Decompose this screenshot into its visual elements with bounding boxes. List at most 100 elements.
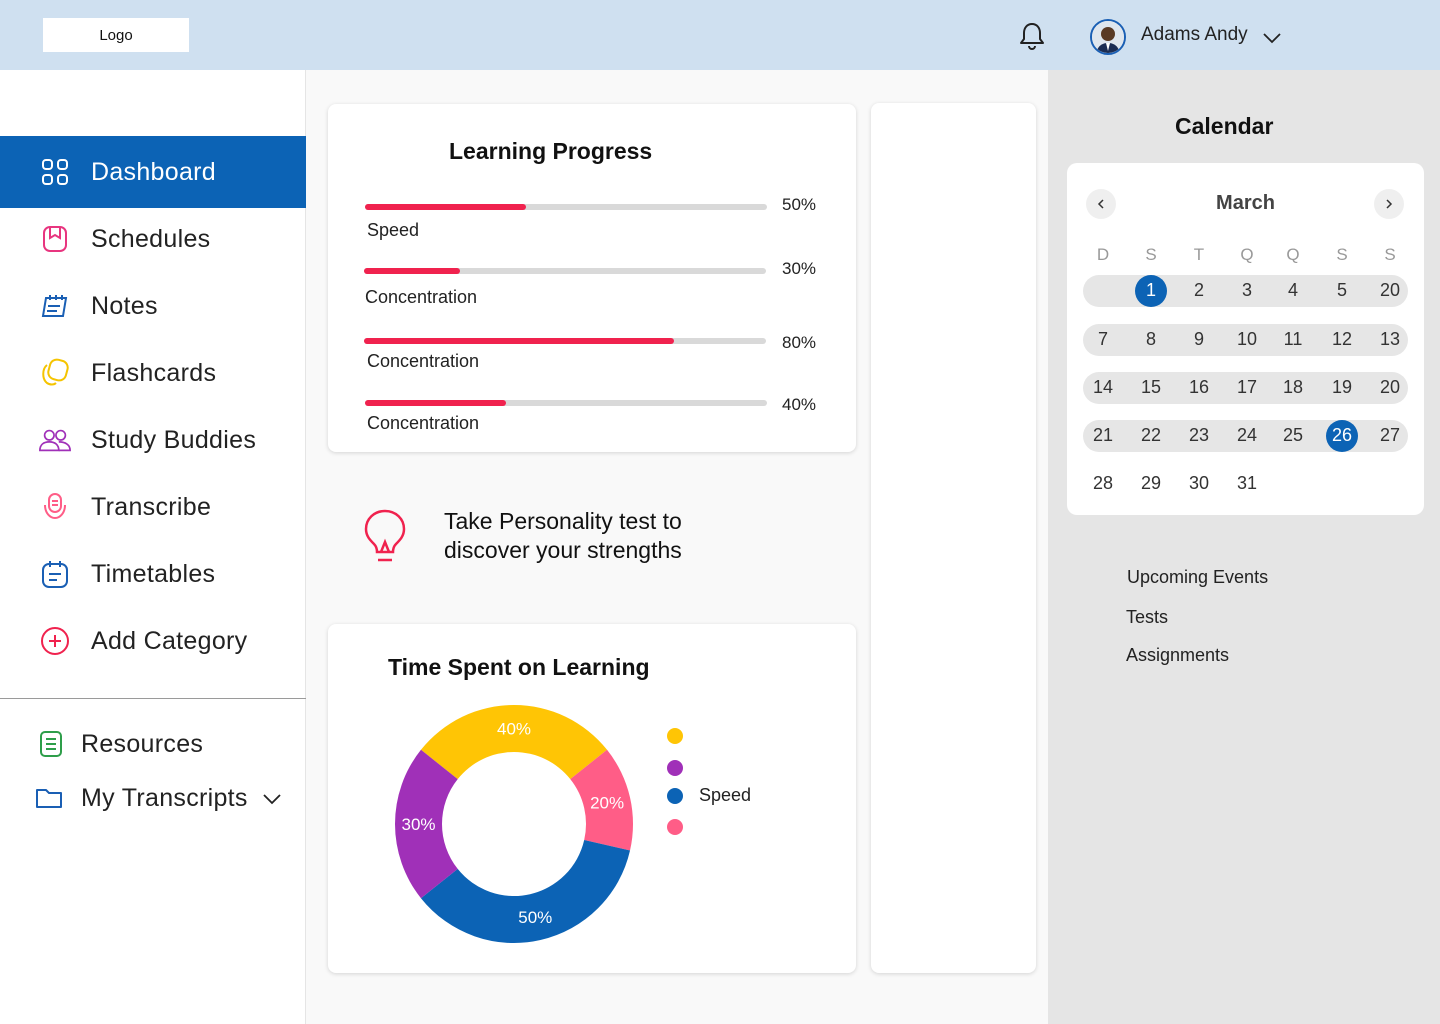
progress-label: Speed [367,220,420,240]
bell-icon[interactable] [1016,20,1048,52]
legend-dot [667,819,683,835]
calendar-day[interactable]: 1 [1131,280,1171,301]
sidebar-item-schedules[interactable]: Schedules [0,203,306,275]
calendar-day[interactable]: 20 [1370,280,1410,301]
progress-bar-fill [365,400,506,406]
calendar-day[interactable]: 19 [1322,377,1362,398]
sidebar-item-dashboard[interactable]: Dashboard [0,136,306,208]
calendar-day[interactable]: 8 [1131,329,1171,350]
sidebar-item-label: Add Category [91,626,248,655]
sidebar: Dashboard Schedules Notes Flashcards Stu… [0,70,306,1024]
donut-slice-label: 40% [497,720,531,739]
progress-bar-track [364,268,766,274]
donut-chart: 40% 20% 50% 30% [395,705,633,943]
sidebar-item-label: Transcribe [91,492,212,521]
sidebar-item-notes[interactable]: Notes [0,270,306,342]
sidebar-item-timetables[interactable]: Timetables [0,538,306,610]
dashboard-grid-icon [38,155,72,189]
calendar-day[interactable]: 17 [1227,377,1267,398]
calendar-day[interactable]: 26 [1322,425,1362,446]
calendar-heading: Calendar [1175,113,1274,139]
weekday-label: Q [1286,245,1300,264]
calendar-day[interactable]: 10 [1227,329,1267,350]
learning-progress-card: Learning Progress 50% Speed 30% Concentr… [328,104,856,452]
progress-bar-fill [365,204,526,210]
progress-percent: 50% [782,195,817,214]
calendar-day[interactable]: 24 [1227,425,1267,446]
personality-test-banner[interactable]: Take Personality test to discover your s… [328,492,856,592]
legend-dot [667,788,683,804]
lightbulb-icon [362,508,408,564]
document-icon [34,727,68,761]
progress-bar-track [365,204,767,210]
progress-percent: 40% [782,395,817,414]
calendar-day[interactable]: 16 [1179,377,1219,398]
calendar-day[interactable]: 22 [1131,425,1171,446]
sidebar-item-add-category[interactable]: Add Category [0,605,306,677]
notebook-icon [38,289,72,323]
avatar[interactable] [1090,19,1126,55]
donut-slice [420,840,631,943]
progress-label: Concentration [365,287,478,307]
sidebar-item-transcribe[interactable]: Transcribe [0,471,306,543]
calendar-day[interactable]: 23 [1179,425,1219,446]
progress-bar-fill [364,338,674,344]
calendar-day[interactable]: 27 [1370,425,1410,446]
weekday-label: Q [1240,245,1254,264]
calendar-day[interactable]: 2 [1179,280,1219,301]
progress-bar-track [365,400,767,406]
progress-label: Concentration [367,413,480,433]
learning-progress-title: Learning Progress [449,138,653,164]
personality-test-text[interactable]: Take Personality test to discover your s… [444,507,844,565]
calendar-day[interactable]: 9 [1179,329,1219,350]
chevron-down-icon[interactable] [1262,30,1282,46]
calendar-day[interactable]: 3 [1227,280,1267,301]
sidebar-item-label: My Transcripts [81,783,248,812]
calendar-day[interactable]: 12 [1322,329,1362,350]
sidebar-item-label: Study Buddies [91,425,257,454]
user-name[interactable]: Adams Andy [1141,24,1248,46]
calendar-day[interactable]: 20 [1370,377,1410,398]
weekday-label: S [1336,245,1348,264]
sidebar-item-label: Timetables [91,559,216,588]
transcribe-icon [38,490,72,524]
chevron-down-icon[interactable] [262,792,282,811]
calendar-day[interactable]: 4 [1273,280,1313,301]
sidebar-item-my-transcripts[interactable]: My Transcripts [0,762,306,834]
calendar-day[interactable]: 31 [1227,473,1267,494]
calendar-day[interactable]: 25 [1273,425,1313,446]
donut-slice-label: 20% [590,794,624,813]
upcoming-events-link[interactable]: Upcoming Events [1127,567,1268,588]
calendar-day[interactable]: 13 [1370,329,1410,350]
donut-slice-label: 50% [518,908,552,927]
calendar-day[interactable]: 14 [1083,377,1123,398]
weekday-label: D [1096,245,1110,264]
weekday-label: T [1193,245,1205,264]
calendar-day[interactable]: 29 [1131,473,1171,494]
calendar-day[interactable]: 28 [1083,473,1123,494]
calendar-day[interactable]: 7 [1083,329,1123,350]
sidebar-divider [0,698,306,699]
calendar-day[interactable]: 5 [1322,280,1362,301]
personality-line-2: discover your strengths [444,537,682,563]
chevron-right-icon[interactable] [1374,189,1404,219]
legend-label: Speed [699,785,752,805]
sidebar-item-flashcards[interactable]: Flashcards [0,337,306,409]
calendar-day[interactable]: 30 [1179,473,1219,494]
calendar-day[interactable]: 21 [1083,425,1123,446]
progress-label: Concentration [367,351,480,371]
sidebar-item-label: Resources [81,729,204,758]
weekday-label: S [1145,245,1157,264]
progress-bar-track [364,338,766,344]
sidebar-item-label: Notes [91,291,158,320]
logo[interactable]: Logo [43,18,189,52]
tests-link[interactable]: Tests [1126,607,1168,628]
calendar-day[interactable]: 18 [1273,377,1313,398]
add-circle-icon [38,624,72,658]
calendar-day[interactable]: 11 [1273,329,1313,350]
assignments-link[interactable]: Assignments [1126,645,1229,666]
calendar-day[interactable]: 15 [1131,377,1171,398]
calendar-widget: March D S T Q Q S S 1 2 3 4 5 20 7 8 9 10 11 12 13 14 15 16 17 1… [1067,163,1424,515]
progress-percent: 30% [782,259,817,278]
sidebar-item-study-buddies[interactable]: Study Buddies [0,404,306,476]
